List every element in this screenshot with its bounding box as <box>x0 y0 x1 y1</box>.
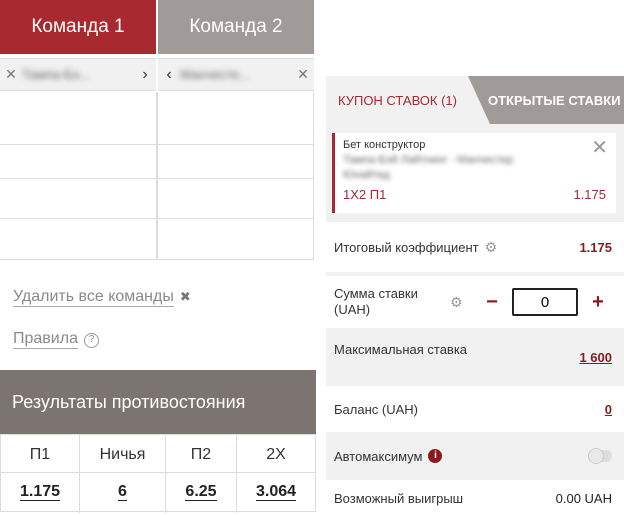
remove-team-2-icon[interactable]: ✕ <box>292 66 314 83</box>
close-icon: ✖ <box>179 289 191 304</box>
max-stake-label: Максимальная ставка <box>334 342 468 357</box>
delete-all-teams-label: Удалить все команды <box>13 288 174 307</box>
tab-team-1[interactable]: Команда 1 <box>0 0 156 54</box>
tab-team-2[interactable]: Команда 2 <box>158 0 314 54</box>
grid-divider <box>0 178 314 179</box>
bet-card: Бет конструктор Тампа-Бэй Лайтнинг - Ман… <box>332 133 616 213</box>
result-label: 2Х <box>237 435 315 473</box>
rules-label: Правила <box>13 330 78 349</box>
automax-toggle[interactable] <box>588 448 612 464</box>
result-column: Ничья 6 <box>80 435 166 513</box>
close-icon[interactable]: ✕ <box>591 135 608 160</box>
results-table: П1 1.175 Ничья 6 П2 6.25 2Х 3.064 <box>0 434 316 513</box>
help-icon: ? <box>83 333 99 348</box>
increase-stake-button[interactable]: + <box>584 291 612 314</box>
grid-divider <box>0 259 314 260</box>
delete-all-teams-link[interactable]: Удалить все команды ✖ <box>13 288 191 307</box>
bet-odds: 1.175 <box>573 187 606 202</box>
toggle-knob <box>588 448 604 464</box>
team-1-name: Тампа-Бэ... <box>22 67 91 82</box>
team-2-selection: ‹ Манчесте... ✕ <box>158 58 314 91</box>
rules-link[interactable]: Правила? <box>13 330 99 349</box>
team-slots-grid <box>0 92 316 260</box>
max-stake-link[interactable]: 1 600 <box>579 350 612 365</box>
results-title: Результаты противостояния <box>12 391 246 412</box>
grid-divider <box>313 92 314 260</box>
decrease-stake-button[interactable]: − <box>478 291 506 314</box>
tab-open-bets[interactable]: ОТКРЫТЫЕ СТАВКИ <box>468 76 624 124</box>
result-odds-link[interactable]: 6 <box>80 473 165 511</box>
balance-row: Баланс (UAH) 0 <box>326 386 624 432</box>
balance-label: Баланс (UAH) <box>334 401 418 417</box>
automax-label: Автомаксимум <box>334 448 423 464</box>
coupon-tabs: КУПОН СТАВОК (1) ОТКРЫТЫЕ СТАВКИ <box>326 76 624 124</box>
bet-type: Бет конструктор <box>343 139 426 151</box>
result-label: П2 <box>166 435 236 473</box>
stake-stepper: − + <box>478 288 612 316</box>
result-odds-link[interactable]: 3.064 <box>237 473 315 511</box>
possible-win-label: Возможный выигрыш <box>334 490 464 506</box>
gear-icon[interactable]: ⚙ <box>485 239 498 256</box>
bet-match: Тампа-Бэй Лайтнинг - Манчестер Юнайтед <box>343 154 514 181</box>
remove-team-1-icon[interactable]: ✕ <box>0 66 22 83</box>
max-stake-row: Максимальная ставка 1 600 <box>326 332 624 382</box>
tab-coupon[interactable]: КУПОН СТАВОК (1) <box>326 76 471 124</box>
total-coefficient-row: Итоговый коэффициент ⚙ 1.175 <box>326 222 624 272</box>
total-coefficient-label: Итоговый коэффициент <box>334 239 479 255</box>
chevron-left-icon[interactable]: ‹ <box>158 66 180 84</box>
possible-win-row: Возможный выигрыш 0.00 UAH <box>326 480 624 515</box>
bet-coupon-panel: КУПОН СТАВОК (1) ОТКРЫТЫЕ СТАВКИ Бет кон… <box>326 76 624 515</box>
automax-row: Автомаксимум i <box>326 433 624 479</box>
grid-divider <box>0 144 314 145</box>
stake-row: Сумма ставки (UAH) ⚙ − + <box>326 276 624 328</box>
team-1-selection: ✕ Тампа-Бэ... › <box>0 58 156 91</box>
stake-input[interactable] <box>512 288 578 316</box>
info-icon[interactable]: i <box>428 449 443 463</box>
team-2-name: Манчесте... <box>180 67 250 82</box>
results-header: Результаты противостояния <box>0 370 316 434</box>
chevron-right-icon[interactable]: › <box>134 66 156 84</box>
result-column: П2 6.25 <box>166 435 237 513</box>
bet-outcome: 1X2 П1 <box>343 187 387 202</box>
result-odds-link[interactable]: 1.175 <box>1 473 79 511</box>
grid-divider <box>156 92 158 260</box>
result-odds-link[interactable]: 6.25 <box>166 473 236 511</box>
stake-label: Сумма ставки (UAH) <box>334 286 418 317</box>
result-label: П1 <box>1 435 79 473</box>
team-comparison-panel: Команда 1 Команда 2 ✕ Тампа-Бэ... › ‹ Ма… <box>0 0 316 515</box>
result-column: 2Х 3.064 <box>237 435 315 513</box>
balance-link[interactable]: 0 <box>605 402 612 417</box>
result-label: Ничья <box>80 435 165 473</box>
grid-divider <box>0 218 314 219</box>
gear-icon[interactable]: ⚙ <box>450 294 463 311</box>
possible-win-value: 0.00 UAH <box>555 490 612 506</box>
result-column: П1 1.175 <box>1 435 80 513</box>
total-coefficient-value: 1.175 <box>579 239 612 255</box>
